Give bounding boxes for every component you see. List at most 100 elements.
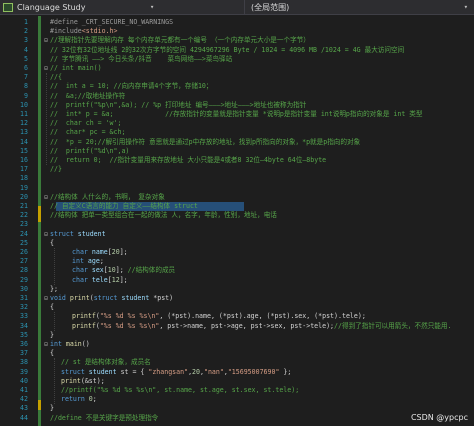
code-token: return — [61, 395, 89, 404]
code-text: } — [50, 404, 54, 413]
code-line[interactable]: 13 // char* pc = &ch; — [0, 128, 474, 137]
code-line[interactable]: 2 #include<stdio.h> — [0, 27, 474, 36]
code-line[interactable]: 22 //结构体 把单一类型组合在一起的做法 人，名字，年龄，性别，地址，电话 — [0, 211, 474, 220]
fold-toggle-icon[interactable]: ⊟ — [42, 64, 50, 73]
code-editor[interactable]: 1 #define _CRT_SECURE_NO_WARNINGS 2 #includ… — [0, 16, 474, 426]
code-line[interactable]: 32 { — [0, 303, 474, 312]
code-line[interactable]: 41 //printf("%s %d %s %s\n", st.name, st.… — [0, 386, 474, 395]
code-line[interactable]: 43} — [0, 404, 474, 413]
code-line[interactable]: 42 return 0; — [0, 395, 474, 404]
code-line[interactable]: 24 ⊟ struct student — [0, 230, 474, 239]
code-token: { — [50, 303, 54, 312]
csdn-watermark: CSDN @ypcpc — [410, 413, 468, 422]
code-line[interactable]: 11 // int* p = &a; //存放指针的变量就是指针变量 *说明p是指… — [0, 110, 474, 119]
code-line[interactable]: 36 ⊟ int main() — [0, 340, 474, 349]
code-token: , pst->name, pst->age, pst->sex, pst->te… — [159, 321, 335, 330]
code-token: "zhangsan" — [148, 367, 189, 376]
code-text: // st 是结构体对象，成员名 — [61, 358, 151, 367]
code-line[interactable]: 15 // printf("%d\n",a) — [0, 147, 474, 156]
code-line[interactable]: 17 //} — [0, 165, 474, 174]
line-number: 2 — [24, 27, 28, 36]
fold-toggle-icon[interactable]: ⊟ — [42, 193, 50, 202]
chevron-down-icon[interactable]: ▾ — [150, 3, 154, 11]
code-line[interactable]: 12 // char ch = 'w'; — [0, 119, 474, 128]
code-token: name — [91, 248, 108, 256]
line-number: 38 — [20, 358, 28, 367]
code-line[interactable]: 29 char tele[12]; — [0, 276, 474, 285]
code-line[interactable]: 18 — [0, 174, 474, 183]
code-token: main — [65, 340, 82, 348]
code-line[interactable]: 34 printf("%s %d %s %s\n", pst->name, pst… — [0, 322, 474, 331]
code-text: //define 不是关键字是预处理指令 — [50, 414, 158, 423]
code-line[interactable]: 39 struct student st = { "zhangsan",20,"n… — [0, 368, 474, 377]
code-line[interactable]: 35} — [0, 331, 474, 340]
code-text: #include<stdio.h> — [50, 27, 118, 36]
code-line[interactable]: 40 print(&st); — [0, 377, 474, 386]
code-line[interactable]: 44 //define 不是关键字是预处理指令 — [0, 414, 474, 423]
code-token: }; — [279, 367, 292, 376]
code-text: // return 0; //指针变量用来存放地址 大小只能是4或者8 32位—… — [50, 156, 326, 165]
code-line[interactable]: 31 ⊟ void print(struct student *pst) — [0, 294, 474, 303]
code-line[interactable]: 23 — [0, 220, 474, 229]
code-line[interactable]: 30}; — [0, 285, 474, 294]
code-token: // *p = 20;//解引用操作符 意思就是通过p中存放的地址，找到p所指向… — [50, 137, 361, 146]
line-number: 18 — [20, 174, 28, 183]
code-line[interactable]: 38 // st 是结构体对象，成员名 — [0, 358, 474, 367]
code-line[interactable]: 1 #define _CRT_SECURE_NO_WARNINGS — [0, 18, 474, 27]
code-line[interactable]: 16 // return 0; //指针变量用来存放地址 大小只能是4或者8 32… — [0, 156, 474, 165]
code-token: //printf("%s %d %s %s\n", st.name, st.ag… — [61, 386, 300, 394]
code-line[interactable]: 8 // int a = 10; //向内存申请4个字节，存储10； — [0, 82, 474, 91]
code-text: return 0; — [61, 395, 97, 404]
code-line[interactable]: 27 int age; — [0, 257, 474, 266]
code-token: "nan" — [203, 367, 224, 376]
code-text: char tele[12]; — [72, 276, 128, 285]
code-line[interactable]: 21 // 自定义C语言的能力 自定义——结构体 struct — [0, 202, 474, 211]
code-token: (&st); — [80, 376, 105, 385]
code-line[interactable]: 7 //{ — [0, 73, 474, 82]
code-line[interactable]: 9 // &a;//取地址操作符 — [0, 92, 474, 101]
scope-dropdown[interactable]: (全局范围) ▾ — [244, 0, 474, 15]
code-line[interactable]: 26 char name[20]; — [0, 248, 474, 257]
code-line[interactable]: 25 { — [0, 239, 474, 248]
code-line[interactable]: 28 char sex[10]; //结构体的成员 — [0, 266, 474, 275]
chevron-down-icon[interactable]: ▾ — [464, 3, 468, 11]
line-number: 33 — [20, 312, 28, 321]
code-text: } — [50, 331, 54, 340]
code-line[interactable]: 33 printf("%s %d %s %s\n", (*pst).name, (… — [0, 312, 474, 321]
code-line[interactable]: 6 ⊟// int main() — [0, 64, 474, 73]
code-text: // int main() — [50, 64, 102, 73]
code-line[interactable]: 10 // printf("%p\n",&a); // %p 打印地址 编号———… — [0, 101, 474, 110]
code-line[interactable]: 20 ⊟//结构体 人什么的，书啊， 复杂对象 — [0, 193, 474, 202]
code-token: //结构体 把单一类型组合在一起的做法 人，名字，年龄，性别，地址，电话 — [50, 211, 277, 220]
code-text: printf("%s %d %s %s\n", pst->name, pst->… — [72, 322, 451, 331]
code-text: // printf("%p\n",&a); // %p 打印地址 编号———>地… — [50, 101, 306, 110]
line-number: 40 — [20, 376, 28, 385]
code-token: *pst) — [153, 294, 174, 302]
project-dropdown[interactable]: Clanguage Study ▾ — [0, 0, 240, 15]
code-token: // &a;//取地址操作符 — [50, 91, 126, 100]
line-number: 34 — [20, 321, 28, 330]
line-number: 37 — [20, 349, 28, 358]
code-token: _CRT_SECURE_NO_WARNINGS — [81, 18, 174, 26]
code-text: { — [50, 239, 54, 248]
code-token: () — [81, 340, 90, 348]
fold-toggle-icon[interactable]: ⊟ — [42, 230, 50, 239]
code-line[interactable]: 3 ⊟//理解指针先要理解内存 每个内存单元都有一个编号 （一个内存单元大小是一个… — [0, 36, 474, 45]
code-token: print — [69, 294, 90, 302]
code-line[interactable]: 5 // 字节腾讯 ——> 今日头条/抖音 菜鸟网络——>菜鸟驿站 — [0, 55, 474, 64]
code-text: // printf("%d\n",a) — [50, 147, 129, 156]
fold-toggle-icon[interactable]: ⊟ — [42, 36, 50, 45]
code-line[interactable]: 14 // *p = 20;//解引用操作符 意思就是通过p中存放的地址，找到p所… — [0, 138, 474, 147]
line-number: 41 — [20, 386, 28, 394]
code-token: //结构体 人什么的，书啊， 复杂对象 — [50, 192, 165, 201]
code-line[interactable]: 19 — [0, 184, 474, 193]
code-token: struct — [50, 229, 78, 238]
code-line[interactable]: 4 // 32位有32位地址线 2的32次方字节的空间 4294967296 By… — [0, 46, 474, 55]
line-number: 14 — [20, 137, 28, 146]
fold-toggle-icon[interactable]: ⊟ — [42, 294, 50, 303]
code-line[interactable]: 37 { — [0, 349, 474, 358]
fold-toggle-icon[interactable]: ⊟ — [42, 340, 50, 349]
code-text: //结构体 人什么的，书啊， 复杂对象 — [50, 193, 165, 202]
code-token: 20 — [192, 367, 200, 376]
project-name: Clanguage Study — [17, 3, 86, 12]
